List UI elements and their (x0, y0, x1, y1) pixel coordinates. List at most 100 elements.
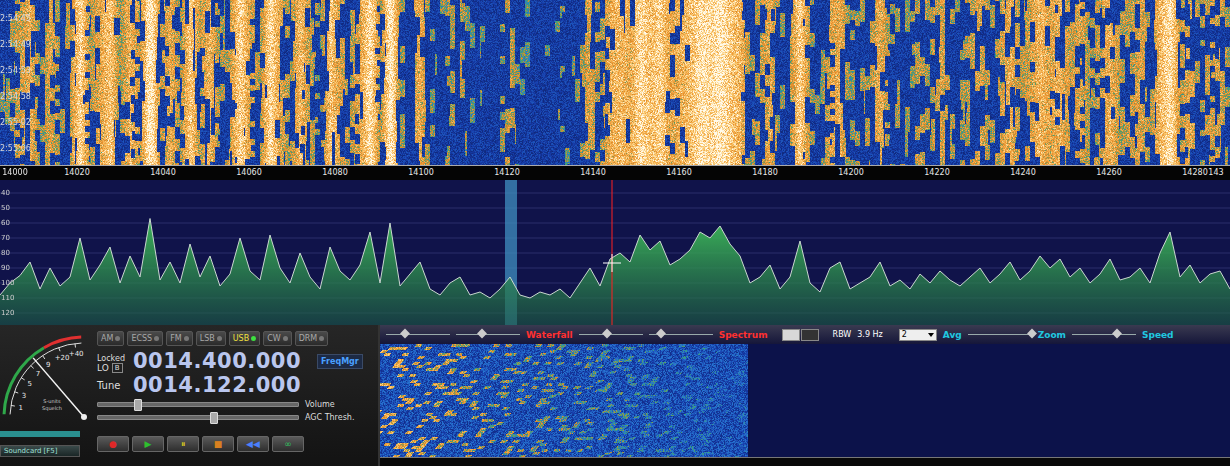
dropdown-value: 2 (902, 330, 907, 339)
spectrum-fill (0, 219, 1230, 326)
time-label: 2:54:49 (0, 40, 31, 49)
mode-indicator (217, 336, 222, 341)
frequency-tick: 14160 (666, 168, 691, 178)
tune-row: Tune 0014.122.000 (97, 373, 372, 397)
lo-row: LockedLOB0014.400.000FreqMgr (97, 349, 372, 373)
y-tick: 110 (1, 294, 14, 302)
y-tick: 40 (1, 189, 10, 197)
y-tick: 70 (1, 234, 10, 242)
frequency-tick: 14200 (838, 168, 863, 178)
mode-button[interactable]: FM (166, 331, 193, 346)
meter-scale-label: +20 (55, 354, 70, 362)
toolbar-slider[interactable] (579, 334, 643, 335)
lock-status: Locked (97, 354, 129, 363)
mode-label: DRM (299, 334, 318, 343)
toolbar-slider[interactable] (968, 334, 1032, 335)
waterfall-canvas[interactable] (0, 0, 1230, 165)
transport-button[interactable]: ■ (202, 436, 234, 452)
slider-track[interactable] (97, 415, 299, 420)
mode-indicator (154, 336, 159, 341)
frequency-tick: 14140 (580, 168, 605, 178)
spectrum-switch[interactable] (782, 329, 819, 341)
mode-bar: AMECSS FM LSBUSBCW DRM (97, 331, 372, 346)
audio-waterfall-canvas (380, 344, 1230, 457)
y-tick: 90 (1, 264, 10, 272)
avg-dropdown[interactable]: 2 (899, 329, 937, 341)
waterfall[interactable]: 2:54:452:54:492:54:532:54:582:55:022:55:… (0, 0, 1230, 165)
frequency-tick: 14280 (1182, 168, 1207, 178)
lo-bank[interactable]: B (112, 363, 123, 373)
switch-left[interactable] (782, 329, 800, 341)
switch-right[interactable] (801, 329, 819, 341)
spectrum-plot[interactable] (0, 180, 1230, 325)
mode-button[interactable]: LSB (196, 331, 226, 346)
y-tick: 60 (1, 219, 10, 227)
lo-frequency[interactable]: 0014.400.000 (133, 349, 301, 373)
tune-label: Tune (97, 380, 129, 391)
mode-button[interactable]: ECSS (127, 331, 163, 346)
toolbar-slider-thumb[interactable] (1027, 329, 1037, 339)
cursor-icon (603, 254, 621, 272)
toolbar-label: Speed (1142, 330, 1174, 340)
mode-indicator (283, 336, 288, 341)
frequency-tick: 14000 (2, 168, 27, 178)
frequency-axis: 1400014020140401406014080141001412014140… (0, 165, 1230, 180)
squelch-knob[interactable] (81, 414, 87, 420)
signal-bar-fill (0, 431, 80, 437)
slider-track[interactable] (97, 402, 299, 407)
tune-frequency[interactable]: 0014.122.000 (133, 373, 301, 397)
y-tick: 120 (1, 309, 14, 317)
mode-button[interactable]: CW (263, 331, 292, 346)
frequency-tick: 14240 (1010, 168, 1035, 178)
y-tick: 50 (1, 204, 10, 212)
toolbar-slider-thumb[interactable] (1112, 329, 1122, 339)
toolbar-slider[interactable] (649, 334, 713, 335)
soundcard-button[interactable]: Soundcard [F5] (0, 445, 80, 457)
transport-button[interactable]: ▶ (132, 436, 164, 452)
transport-button[interactable]: ◀◀ (237, 436, 269, 452)
toolbar-slider[interactable] (386, 334, 450, 335)
toolbar-slider-thumb[interactable] (400, 329, 410, 339)
spectrum[interactable]: 405060708090100110120 (0, 180, 1230, 325)
toolbar-slider[interactable] (456, 334, 520, 335)
time-labels: 2:54:452:54:492:54:532:54:582:55:022:55:… (0, 0, 31, 165)
transport-button[interactable]: ● (97, 436, 129, 452)
tune-marker[interactable] (612, 180, 613, 325)
s-meter: +40+2097531S-unitsSquelch (0, 325, 95, 429)
toolbar-label: Avg (943, 330, 962, 340)
mode-indicator (115, 336, 120, 341)
toolbar-slider-thumb[interactable] (477, 329, 487, 339)
mode-button[interactable]: DRM (295, 331, 329, 346)
mode-indicator (251, 336, 256, 341)
frequency-tick: 14220 (924, 168, 949, 178)
mode-button[interactable]: USB (229, 331, 260, 346)
mode-label: FM (170, 334, 182, 343)
transport-icon: ◀◀ (246, 438, 260, 450)
transport-icon: ● (109, 438, 117, 450)
mode-button[interactable]: AM (97, 331, 124, 346)
toolbar-slider-thumb[interactable] (603, 329, 613, 339)
slider-thumb[interactable] (134, 399, 142, 411)
meter-scale-label: 9 (46, 361, 50, 369)
frequency-tick: 143 (1208, 168, 1223, 178)
toolbar-label: Spectrum (719, 330, 768, 340)
time-label: 2:54:58 (0, 92, 31, 101)
y-tick: 80 (1, 249, 10, 257)
meter-scale-label: +40 (69, 350, 84, 358)
meter-caption: S-units (43, 398, 61, 404)
meter-caption: Squelch (42, 405, 62, 412)
transport-icon: ⏸ (181, 438, 186, 450)
slider-row: Volume (97, 400, 372, 409)
transport-button[interactable]: ∞ (272, 436, 304, 452)
time-label: 2:55:02 (0, 118, 31, 127)
transport-icon: ■ (214, 438, 223, 450)
toolbar-slider-thumb[interactable] (657, 329, 667, 339)
slider-thumb[interactable] (210, 412, 218, 424)
freqmgr-button[interactable]: FreqMgr (317, 354, 363, 369)
toolbar-slider[interactable] (1072, 334, 1136, 335)
slider-label: AGC Thresh. (305, 413, 354, 422)
toolbar-label: 3.9 Hz (857, 330, 882, 339)
signal-bar (0, 431, 80, 437)
frequency-tick: 14040 (150, 168, 175, 178)
transport-button[interactable]: ⏸ (167, 436, 199, 452)
